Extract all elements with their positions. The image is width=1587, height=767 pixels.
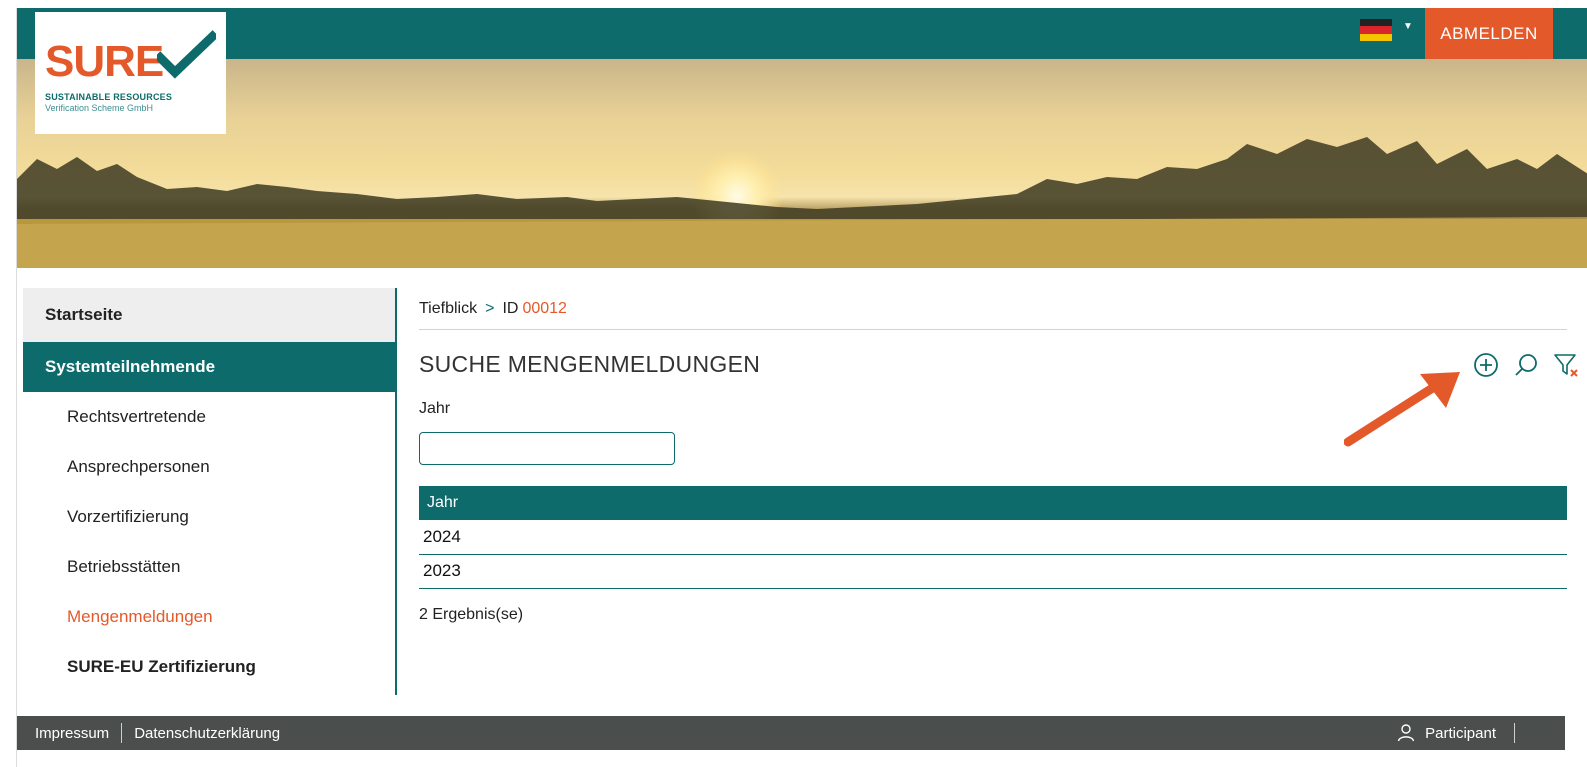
chevron-down-icon[interactable]: ▼ <box>1403 21 1413 32</box>
search-icon[interactable] <box>1513 352 1539 378</box>
footer-link-impressum[interactable]: Impressum <box>17 725 121 742</box>
sidebar-item-vorzertifizierung[interactable]: Vorzertifizierung <box>23 492 395 542</box>
hero-banner <box>17 59 1587 268</box>
logout-button[interactable]: ABMELDEN <box>1425 8 1553 59</box>
table-row[interactable]: 2023 <box>419 554 1567 589</box>
sidebar-item-betriebsstaetten[interactable]: Betriebsstätten <box>23 542 395 592</box>
results-table: Jahr 2024 2023 <box>419 486 1567 589</box>
sidebar-item-systemteilnehmende[interactable]: Systemteilnehmende <box>23 342 395 392</box>
result-count: 2 Ergebnis(se) <box>419 606 524 623</box>
clear-filter-icon[interactable] <box>1553 352 1579 378</box>
table-row[interactable]: 2024 <box>419 520 1567 555</box>
check-icon <box>157 30 216 79</box>
user-menu[interactable]: Participant <box>1397 723 1515 743</box>
toolbar <box>1473 352 1579 378</box>
table-cell-jahr[interactable]: 2023 <box>419 554 1567 589</box>
user-icon <box>1397 724 1415 742</box>
column-header-jahr[interactable]: Jahr <box>419 486 1567 520</box>
breadcrumb-id-label: ID <box>502 299 519 317</box>
sidebar-item-mengenmeldungen[interactable]: Mengenmeldungen <box>23 592 395 642</box>
top-bar: ▼ ABMELDEN <box>17 8 1587 59</box>
app-frame: ▼ ABMELDEN SURE SUSTAINABLE RESOURCES Ve… <box>16 8 1587 767</box>
page-title: SUCHE MENGENMELDUNGEN <box>419 351 761 377</box>
logo-company: Verification Scheme GmbH <box>45 103 154 113</box>
breadcrumb-id-value: 00012 <box>522 299 567 317</box>
logo-brand-text: SURE <box>45 37 164 86</box>
germany-flag-icon[interactable] <box>1360 19 1392 41</box>
main-content: Tiefblick > ID 00012 SUCHE MENGENMELDUNG… <box>419 288 1578 688</box>
user-role: Participant <box>1425 724 1496 742</box>
sidebar-item-sure-eu-zertifizierung[interactable]: SURE-EU Zertifizierung <box>23 642 395 692</box>
sidebar-item-startseite[interactable]: Startseite <box>23 288 395 342</box>
sidebar-item-rechtsvertretende[interactable]: Rechtsvertretende <box>23 392 395 442</box>
table-header-row: Jahr <box>419 486 1567 520</box>
year-filter-label: Jahr <box>419 400 451 417</box>
sidebar: Startseite Systemteilnehmende Rechtsvert… <box>23 288 397 695</box>
plus-circle-icon[interactable] <box>1473 352 1499 378</box>
table-cell-jahr[interactable]: 2024 <box>419 520 1567 555</box>
breadcrumb-root[interactable]: Tiefblick <box>419 300 477 318</box>
sure-logo[interactable]: SURE SUSTAINABLE RESOURCES Verification … <box>35 12 226 134</box>
annotation-arrow-icon <box>1344 372 1460 447</box>
sidebar-item-ansprechpersonen[interactable]: Ansprechpersonen <box>23 442 395 492</box>
footer-link-datenschutz[interactable]: Datenschutzerklärung <box>122 725 292 742</box>
footer: Impressum Datenschutzerklärung Participa… <box>17 716 1565 750</box>
breadcrumb: Tiefblick > ID 00012 <box>419 288 1567 330</box>
year-input[interactable] <box>419 432 675 465</box>
landscape-silhouette <box>17 137 1587 268</box>
logo-tagline: SUSTAINABLE RESOURCES <box>45 92 173 102</box>
footer-divider <box>1514 723 1515 743</box>
breadcrumb-separator: > <box>485 299 495 317</box>
